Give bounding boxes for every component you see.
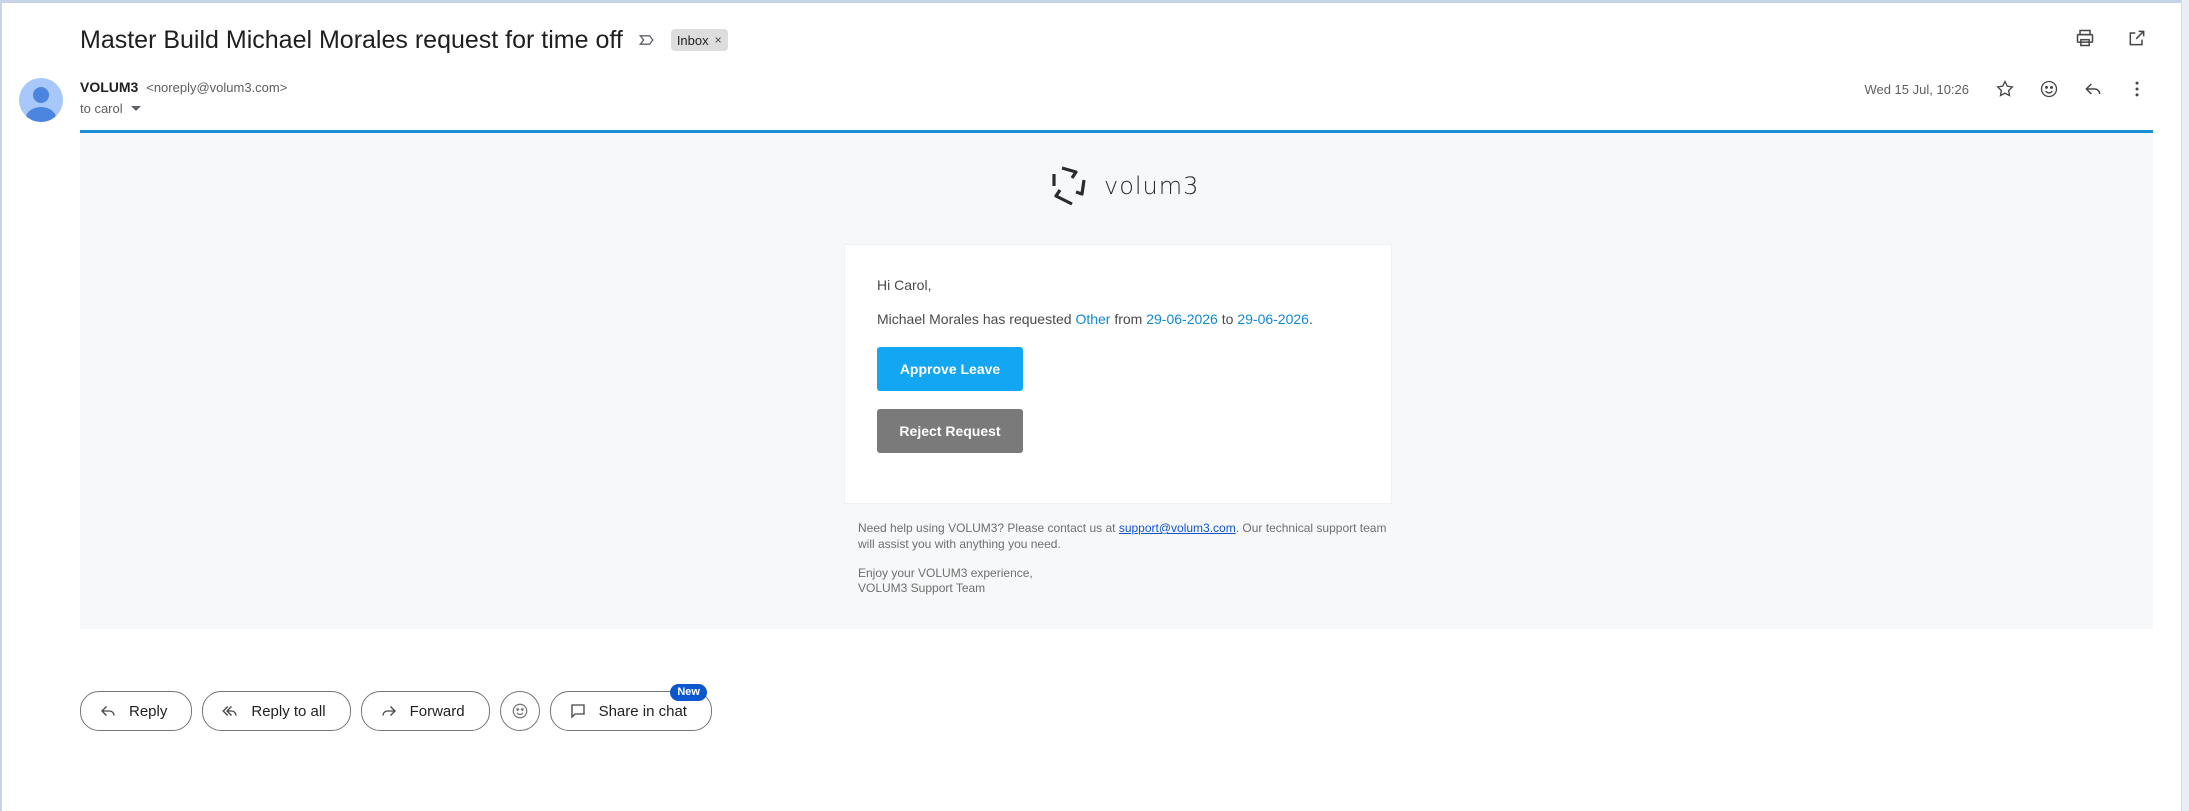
forward-button[interactable]: Forward	[360, 691, 490, 731]
recipient-text: to carol	[80, 101, 123, 116]
recipient-line: to carol	[80, 101, 287, 116]
emoji-icon	[512, 703, 527, 719]
reply-button[interactable]: Reply	[80, 691, 193, 731]
sender-line: VOLUM3 <noreply@volum3.com>	[80, 79, 287, 95]
leave-request-card: Hi Carol, Michael Morales has requested …	[844, 244, 1392, 504]
share-in-chat-label: Share in chat	[598, 702, 687, 720]
top-actions	[2073, 26, 2149, 50]
remove-label-icon[interactable]: ×	[715, 33, 722, 47]
label-important-icon[interactable]	[637, 30, 657, 50]
signature-line-2: VOLUM3 Support Team	[858, 581, 986, 595]
email-subject: Master Build Michael Morales request for…	[80, 25, 623, 54]
inbox-label-chip: Inbox ×	[670, 29, 728, 51]
sender-block: VOLUM3 <noreply@volum3.com> to carol	[80, 79, 287, 116]
reply-icon[interactable]	[2081, 77, 2105, 101]
volum3-logo-text: volum3	[1104, 172, 1200, 200]
volum3-logo-mark-icon	[1052, 166, 1086, 206]
forward-label: Forward	[409, 702, 465, 720]
volum3-logo: volum3	[1050, 164, 1199, 208]
reply-label: Reply	[129, 702, 168, 720]
reject-request-button[interactable]: Reject Request	[877, 409, 1023, 453]
new-badge: New	[670, 684, 707, 701]
chat-bubble-icon	[570, 704, 585, 719]
forward-icon	[381, 706, 396, 716]
inbox-label-text: Inbox	[676, 32, 709, 48]
sender-email: <noreply@volum3.com>	[146, 80, 288, 95]
share-in-chat-button[interactable]: Share in chat New	[549, 684, 712, 731]
request-suffix: .	[1308, 311, 1313, 327]
support-email-link[interactable]: support@volum3.com	[1119, 521, 1236, 535]
reply-all-label: Reply to all	[251, 702, 326, 720]
reply-all-icon	[222, 706, 238, 716]
signature-line-1: Enjoy your VOLUM3 experience,	[858, 566, 1033, 580]
message-meta: Wed 15 Jul, 10:26	[1864, 77, 2149, 101]
show-details-caret-icon[interactable]	[130, 106, 141, 111]
more-vert-icon[interactable]	[2125, 77, 2149, 101]
request-prefix: Michael Morales has requested	[877, 311, 1076, 327]
reply-icon	[101, 706, 115, 716]
message-date: Wed 15 Jul, 10:26	[1864, 81, 1969, 97]
greeting: Hi Carol,	[877, 277, 932, 293]
subject-row: Master Build Michael Morales request for…	[80, 22, 728, 58]
leave-request-text: Michael Morales has requested Other from…	[877, 311, 1313, 327]
star-icon[interactable]	[1993, 77, 2017, 101]
leave-type: Other	[1075, 311, 1111, 327]
sender-name[interactable]: VOLUM3	[80, 79, 138, 95]
signature: Enjoy your VOLUM3 experience, VOLUM3 Sup…	[858, 566, 1033, 596]
reply-action-bar: Reply Reply to all Forward Share in chat…	[80, 684, 712, 731]
help-text: Need help using VOLUM3? Please contact u…	[858, 520, 1388, 552]
leave-end-date: 29-06-2026	[1237, 311, 1309, 327]
scrollbar-rail[interactable]	[2181, 0, 2189, 811]
open-in-new-window-icon[interactable]	[2125, 26, 2149, 50]
approve-leave-button[interactable]: Approve Leave	[877, 347, 1023, 391]
leave-start-date: 29-06-2026	[1146, 311, 1218, 327]
help-prefix: Need help using VOLUM3? Please contact u…	[858, 521, 1119, 535]
request-from-word: from	[1110, 311, 1147, 327]
sender-avatar[interactable]	[19, 78, 63, 122]
emoji-reaction-button[interactable]	[499, 691, 540, 731]
reply-all-button[interactable]: Reply to all	[202, 691, 351, 731]
request-to-word: to	[1217, 311, 1238, 327]
print-icon[interactable]	[2073, 26, 2097, 50]
emoji-icon[interactable]	[2037, 77, 2061, 101]
